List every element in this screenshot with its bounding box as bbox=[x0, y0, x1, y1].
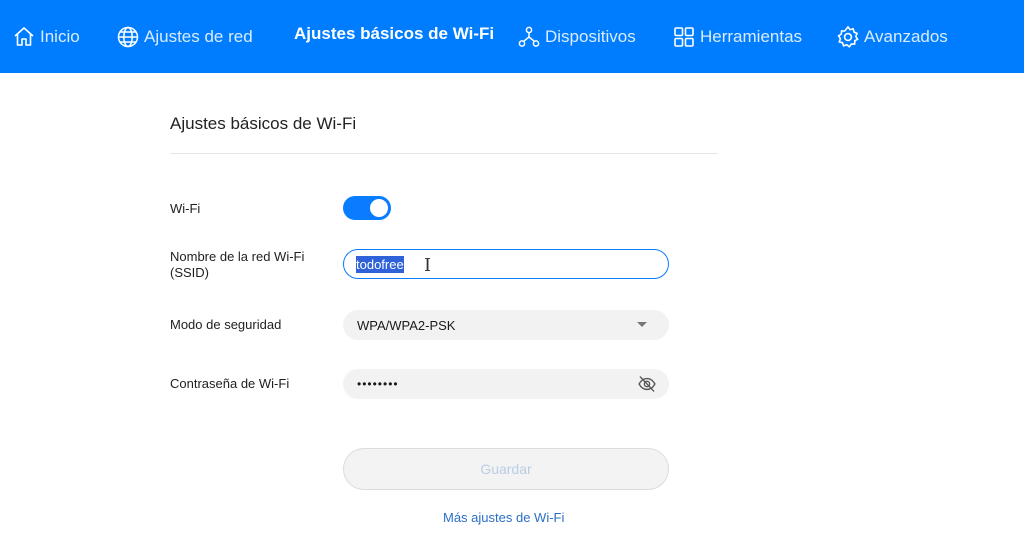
ssid-label-line2: (SSID) bbox=[170, 265, 209, 280]
title-divider bbox=[170, 153, 718, 154]
globe-icon bbox=[116, 25, 140, 49]
password-label: Contraseña de Wi-Fi bbox=[170, 376, 290, 391]
nav-label-inicio: Inicio bbox=[40, 26, 80, 46]
wifi-toggle-label: Wi-Fi bbox=[170, 201, 201, 216]
wifi-toggle[interactable] bbox=[343, 196, 391, 220]
nav-item-herramientas[interactable]: Herramientas bbox=[672, 0, 802, 73]
devices-icon bbox=[517, 25, 541, 49]
save-button[interactable]: Guardar bbox=[343, 448, 669, 490]
nav-item-ajustes-de-red[interactable]: Ajustes de red bbox=[116, 0, 253, 73]
nav-item-dispositivos[interactable]: Dispositivos bbox=[517, 0, 636, 73]
password-input-value: •••••••• bbox=[357, 377, 399, 391]
nav-item-ajustes-wifi[interactable]: Ajustes básicos de Wi-Fi bbox=[294, 0, 494, 73]
ssid-label: Nombre de la red Wi-Fi (SSID) bbox=[170, 249, 304, 281]
nav-label-ajustes-wifi: Ajustes básicos de Wi-Fi bbox=[294, 23, 495, 43]
nav-item-inicio[interactable]: Inicio bbox=[12, 0, 80, 73]
grid-icon bbox=[672, 25, 696, 49]
top-navigation-bar: Inicio Ajustes de red Ajustes básicos de… bbox=[0, 0, 1024, 73]
nav-label-ajustes-de-red: Ajustes de red bbox=[144, 26, 253, 46]
toggle-knob bbox=[370, 199, 388, 217]
eye-slash-icon[interactable] bbox=[637, 374, 657, 394]
password-input[interactable]: •••••••• bbox=[343, 369, 669, 399]
text-cursor-icon: I bbox=[424, 255, 432, 276]
nav-item-avanzados[interactable]: Avanzados bbox=[836, 0, 948, 73]
nav-label-dispositivos: Dispositivos bbox=[545, 26, 636, 46]
nav-label-herramientas: Herramientas bbox=[700, 26, 803, 46]
ssid-label-line1: Nombre de la red Wi-Fi bbox=[170, 249, 305, 264]
more-wifi-settings-link[interactable]: Más ajustes de Wi-Fi bbox=[443, 510, 564, 525]
home-icon bbox=[12, 25, 36, 49]
ssid-input[interactable]: todofree I bbox=[343, 249, 669, 279]
security-mode-select[interactable]: WPA/WPA2-PSK bbox=[343, 310, 669, 340]
nav-label-avanzados: Avanzados bbox=[864, 26, 948, 46]
security-mode-label: Modo de seguridad bbox=[170, 317, 282, 332]
security-mode-value: WPA/WPA2-PSK bbox=[357, 317, 456, 333]
ssid-input-value: todofree bbox=[356, 255, 404, 273]
dropdown-arrow-icon bbox=[637, 322, 647, 327]
gear-icon bbox=[836, 25, 860, 49]
page-title: Ajustes básicos de Wi-Fi bbox=[170, 114, 357, 133]
